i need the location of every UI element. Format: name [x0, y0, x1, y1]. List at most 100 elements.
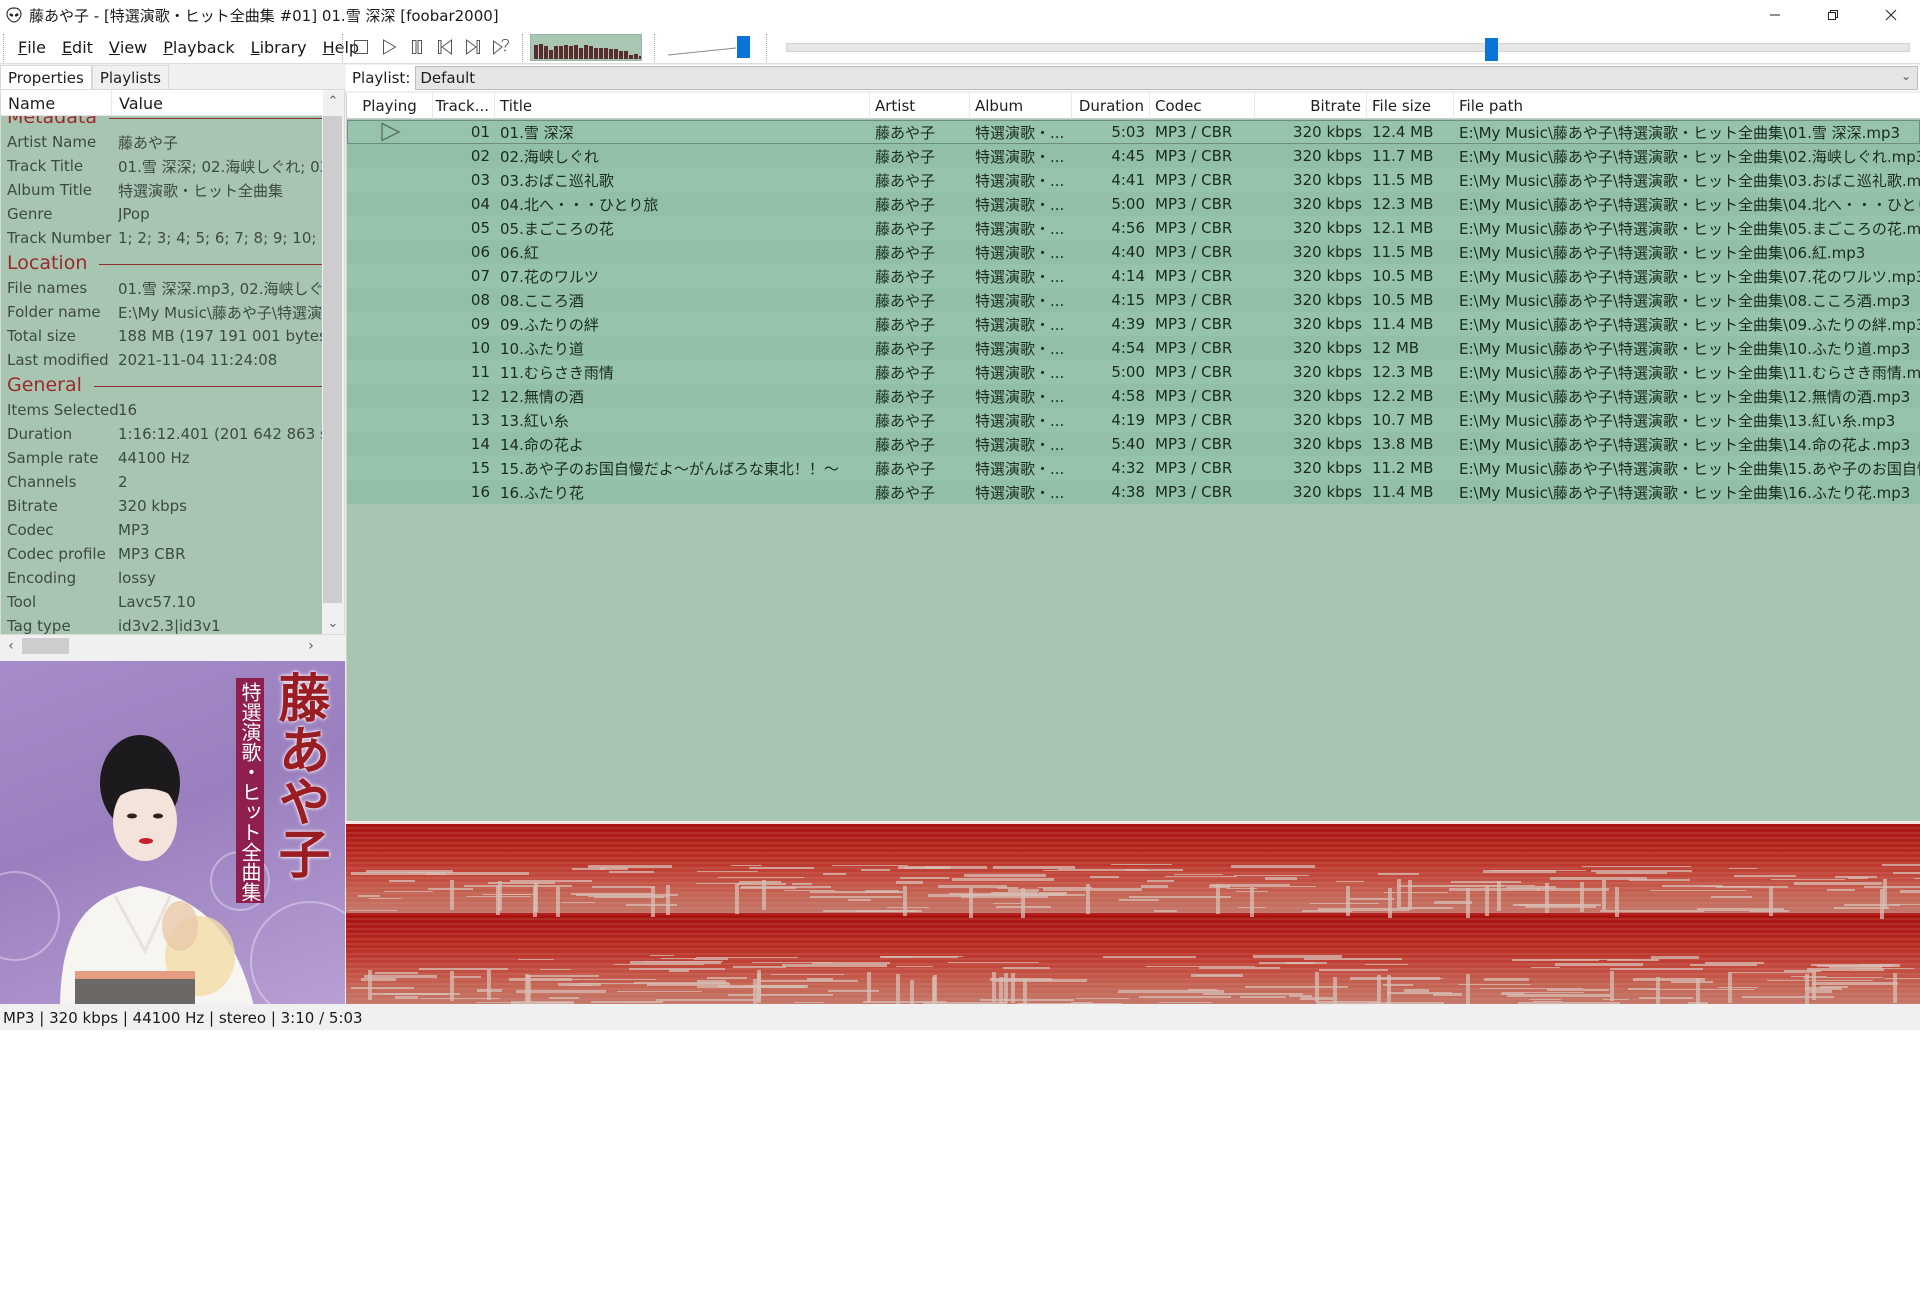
spectrogram-onset: [895, 974, 900, 1004]
scroll-right-icon[interactable]: ›: [300, 635, 322, 657]
spectrogram-mark: [1670, 980, 1714, 983]
playlist-row[interactable]: 04 04.北へ・・・ひとり旅 藤あや子 特選演歌・... 5:00 MP3 / CBR 3…: [347, 192, 1920, 216]
play-button[interactable]: [378, 36, 400, 58]
property-value: 1; 2; 3; 4; 5; 6; 7; 8; 9; 10; 11; 12: [118, 229, 323, 247]
playlist-row[interactable]: 06 06.紅 藤あや子 特選演歌・... 4:40 MP3 / CBR 320 kbps 1…: [347, 240, 1920, 264]
column-header-value[interactable]: Value: [112, 90, 163, 116]
property-row[interactable]: Folder name E:\My Music\藤あや子\特選演歌: [1, 300, 323, 324]
playlist-row[interactable]: 03 03.おばこ巡礼歌 藤あや子 特選演歌・... 4:41 MP3 / CBR 320 …: [347, 168, 1920, 192]
toolbar-grip[interactable]: [3, 34, 5, 62]
volume-thumb[interactable]: [737, 36, 750, 58]
playlist-row[interactable]: 13 13.紅い糸 藤あや子 特選演歌・... 4:19 MP3 / CBR 320 kbp…: [347, 408, 1920, 432]
playlist-row[interactable]: 12 12.無情の酒 藤あや子 特選演歌・... 4:58 MP3 / CBR 320 kb…: [347, 384, 1920, 408]
playlist-row[interactable]: 05 05.まごころの花 藤あや子 特選演歌・... 4:56 MP3 / CBR 320 …: [347, 216, 1920, 240]
volume-slider[interactable]: [664, 35, 756, 59]
album-art[interactable]: 特選演歌・ヒット全曲集 藤あや子: [0, 661, 345, 1004]
spectrogram-mark: [383, 890, 433, 893]
column-header-album[interactable]: Album: [970, 93, 1072, 119]
property-row[interactable]: Items Selected 16: [1, 398, 323, 422]
property-row[interactable]: Tag type id3v2.3|id3v1: [1, 614, 323, 635]
property-row[interactable]: Last modified 2021-11-04 11:24:08: [1, 348, 323, 372]
playlist-row[interactable]: 09 09.ふたりの絆 藤あや子 特選演歌・... 4:39 MP3 / CBR 320 k…: [347, 312, 1920, 336]
menu-view[interactable]: View: [101, 32, 155, 62]
property-row[interactable]: Track Title 01.雪 深深; 02.海峡しぐれ; 03.お: [1, 154, 323, 178]
properties-vertical-scrollbar[interactable]: ⌃ ⌄: [322, 90, 344, 634]
tab-playlists[interactable]: Playlists: [91, 65, 169, 89]
property-row[interactable]: Bitrate 320 kbps: [1, 494, 323, 518]
toolbar-grip[interactable]: [342, 34, 344, 62]
previous-button[interactable]: [434, 36, 456, 58]
playlist-row[interactable]: 02 02.海峡しぐれ 藤あや子 特選演歌・... 4:45 MP3 / CBR 320 k…: [347, 144, 1920, 168]
minimize-button[interactable]: [1746, 0, 1804, 30]
menu-edit[interactable]: Edit: [54, 32, 101, 62]
playlist-dropdown[interactable]: Default ⌄: [415, 66, 1918, 90]
property-row[interactable]: Sample rate 44100 Hz: [1, 446, 323, 470]
properties-horizontal-scrollbar[interactable]: ‹ ›: [0, 635, 345, 657]
spectrogram-visualisation[interactable]: [346, 822, 1920, 1004]
property-value: MP3: [118, 521, 150, 539]
menu-library[interactable]: Library: [243, 32, 315, 62]
column-header-playing[interactable]: Playing: [347, 93, 433, 119]
playlist-row[interactable]: 15 15.あや子のお国自慢だよ～がんばろな東北！！～ 藤あや子 特選演歌・... 4:…: [347, 456, 1920, 480]
playlist-view[interactable]: Playing Track... Title Artist Album Duration C…: [346, 93, 1920, 821]
property-row[interactable]: Codec MP3: [1, 518, 323, 542]
toolbar-grip[interactable]: [522, 34, 524, 62]
column-header-codec[interactable]: Codec: [1150, 93, 1255, 119]
playlist-row[interactable]: 11 11.むらさき雨情 藤あや子 特選演歌・... 5:00 MP3 / CBR 320 …: [347, 360, 1920, 384]
scroll-down-icon[interactable]: ⌄: [322, 612, 344, 634]
cell-title: 16.ふたり花: [500, 483, 584, 502]
property-row[interactable]: Track Number 1; 2; 3; 4; 5; 6; 7; 8; 9; 1…: [1, 226, 323, 250]
property-row[interactable]: Total size 188 MB (197 191 001 bytes): [1, 324, 323, 348]
next-button[interactable]: [462, 36, 484, 58]
playlist-row[interactable]: 08 08.こころ酒 藤あや子 特選演歌・... 4:15 MP3 / CBR 320 kb…: [347, 288, 1920, 312]
column-header-bitrate[interactable]: Bitrate: [1255, 93, 1367, 119]
playlist-row[interactable]: 10 10.ふたり道 藤あや子 特選演歌・... 4:54 MP3 / CBR 320 kb…: [347, 336, 1920, 360]
column-header-track[interactable]: Track...: [433, 93, 495, 119]
property-row[interactable]: Album Title 特選演歌・ヒット全曲集: [1, 178, 323, 202]
scroll-left-icon[interactable]: ‹: [0, 635, 22, 657]
random-icon: [493, 38, 510, 56]
property-row[interactable]: Duration 1:16:12.401 (201 642 863 samples…: [1, 422, 323, 446]
menu-playback[interactable]: Playback: [155, 32, 242, 62]
toolbar-grip[interactable]: [766, 34, 768, 62]
property-row[interactable]: Tool Lavc57.10: [1, 590, 323, 614]
playlist-row[interactable]: 14 14.命の花よ 藤あや子 特選演歌・... 5:40 MP3 / CBR 320 kb…: [347, 432, 1920, 456]
property-row[interactable]: Encoding lossy: [1, 566, 323, 590]
property-row[interactable]: Artist Name 藤あや子: [1, 130, 323, 154]
property-row[interactable]: Genre JPop: [1, 202, 323, 226]
column-header-size[interactable]: File size: [1367, 93, 1454, 119]
property-name: Tag type: [7, 617, 71, 635]
property-row[interactable]: Channels 2: [1, 470, 323, 494]
playing-indicator: [347, 288, 433, 312]
seek-track[interactable]: [786, 43, 1910, 52]
stop-button[interactable]: [350, 36, 372, 58]
playlist-row[interactable]: 01 01.雪 深深 藤あや子 特選演歌・... 5:03 MP3 / CBR 320 kb…: [347, 120, 1920, 144]
foobar-alien-icon[interactable]: [5, 6, 23, 24]
random-button[interactable]: [490, 36, 512, 58]
pause-button[interactable]: [406, 36, 428, 58]
column-header-artist[interactable]: Artist: [870, 93, 970, 119]
property-row[interactable]: File names 01.雪 深深.mp3, 02.海峡しぐれ: [1, 276, 323, 300]
seek-thumb[interactable]: [1485, 38, 1498, 61]
column-header-path[interactable]: File path: [1454, 93, 1920, 119]
scrollbar-thumb[interactable]: [22, 638, 69, 654]
column-header-name[interactable]: Name: [1, 90, 112, 116]
playlist-row[interactable]: 16 16.ふたり花 藤あや子 特選演歌・... 4:38 MP3 / CBR 320 kb…: [347, 480, 1920, 504]
column-header-duration[interactable]: Duration: [1072, 93, 1150, 119]
spectrogram-mark: [1650, 889, 1747, 892]
tab-properties[interactable]: Properties: [0, 65, 92, 89]
close-button[interactable]: [1862, 0, 1920, 30]
playlist-label: Playlist:: [352, 69, 411, 87]
scrollbar-thumb[interactable]: [323, 116, 342, 603]
playing-indicator: [347, 384, 433, 408]
playlist-row[interactable]: 07 07.花のワルツ 藤あや子 特選演歌・... 4:14 MP3 / CBR 320 k…: [347, 264, 1920, 288]
column-header-title[interactable]: Title: [495, 93, 870, 119]
restore-button[interactable]: [1804, 0, 1862, 30]
spectrum-visualisation[interactable]: [530, 34, 642, 61]
scroll-up-icon[interactable]: ⌃: [322, 90, 344, 112]
toolbar-grip[interactable]: [654, 34, 656, 62]
seek-bar[interactable]: [786, 38, 1910, 61]
property-row[interactable]: Codec profile MP3 CBR: [1, 542, 323, 566]
menu-file[interactable]: File: [10, 32, 54, 62]
cell-codec: MP3 / CBR: [1155, 339, 1233, 357]
